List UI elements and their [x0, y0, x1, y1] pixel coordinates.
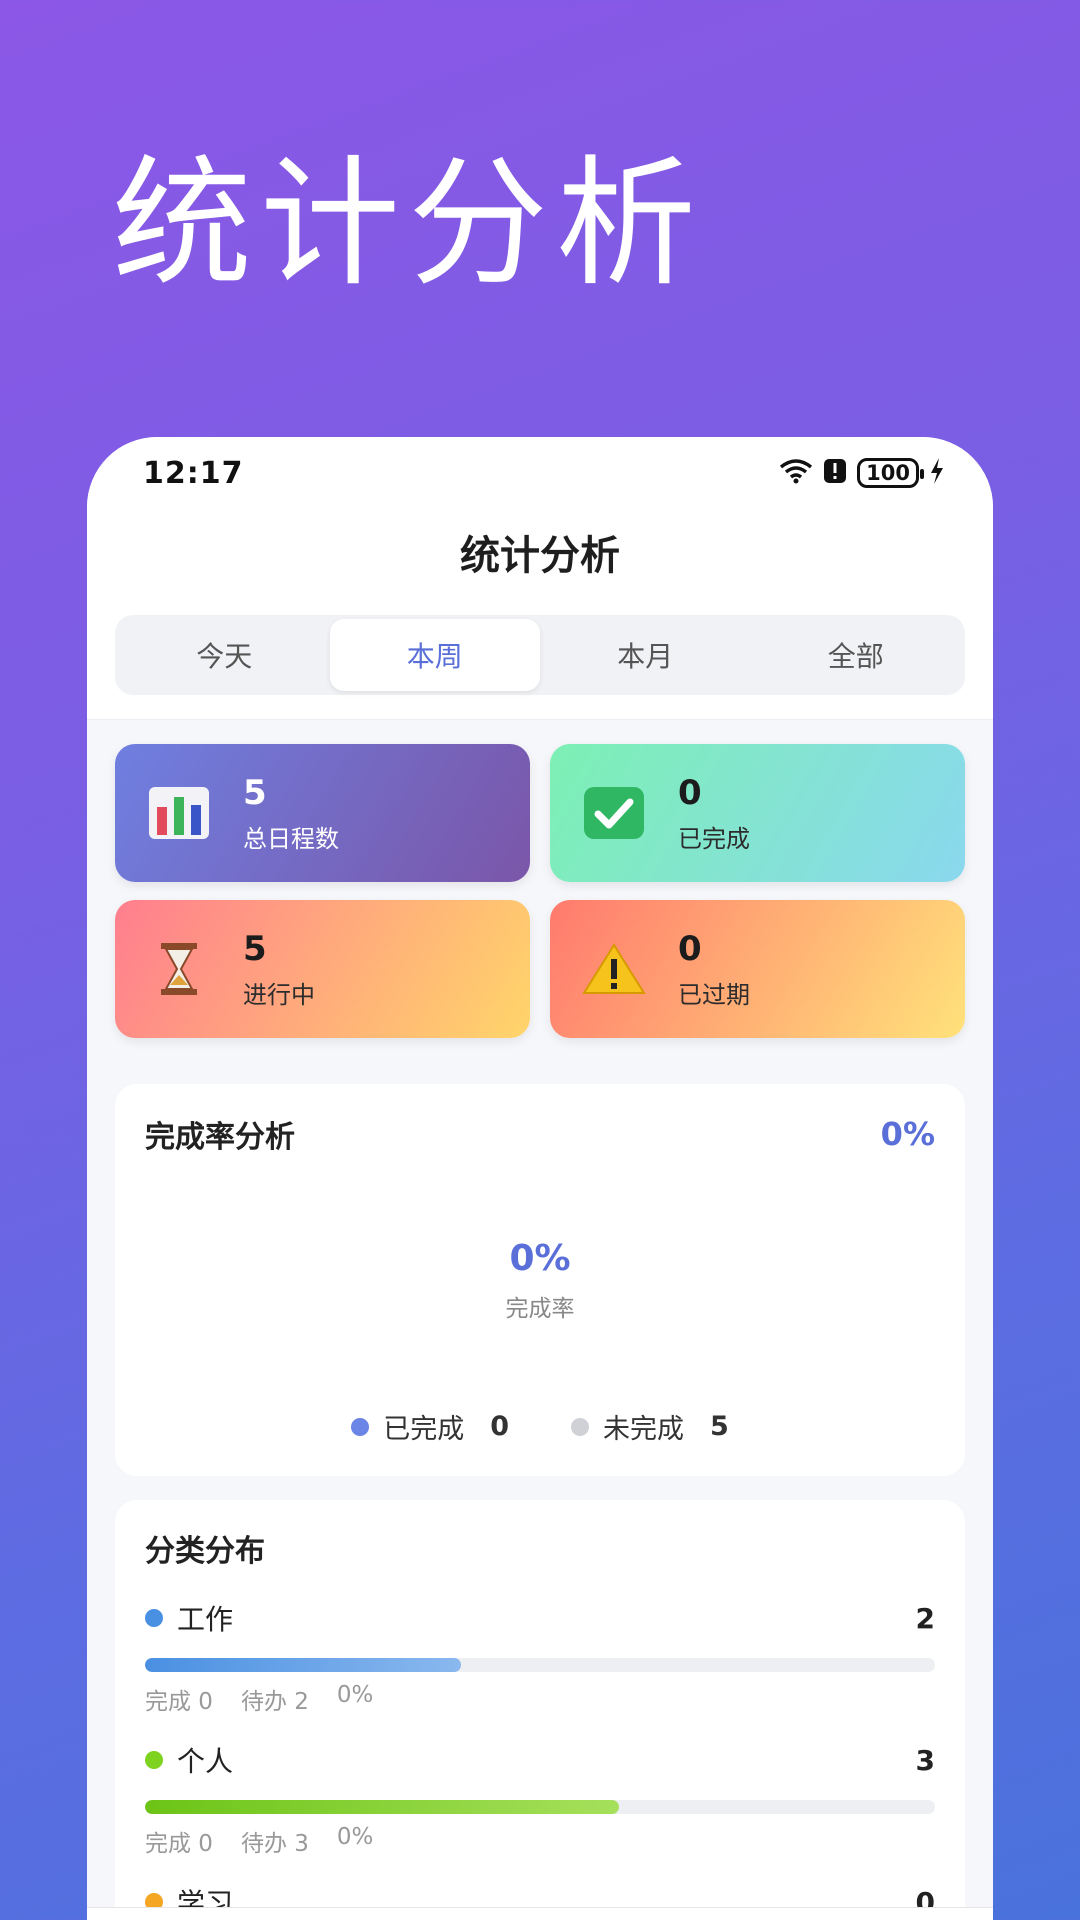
stat-value: 5 — [243, 772, 267, 813]
phone-frame: 12:17 100 统计分析 今天 本周 本月 全部 5 总日程数 0 已完成 … — [87, 437, 993, 1920]
stat-label: 已完成 — [678, 824, 750, 853]
completion-title: 完成率分析 — [145, 1120, 295, 1155]
legend-value: 0 — [490, 1411, 509, 1442]
stat-value: 5 — [243, 928, 267, 969]
category-dot — [145, 1609, 163, 1627]
legend-value: 5 — [710, 1411, 729, 1442]
stat-value: 0 — [678, 928, 702, 969]
category-count: 3 — [915, 1743, 935, 1777]
category-item-work[interactable]: 工作 2 完成 0 待办 2 0% — [145, 1598, 935, 1716]
page-title: 统计分析 — [460, 533, 620, 579]
hourglass-icon — [147, 937, 211, 1001]
stat-card-in-progress[interactable]: 5 进行中 — [115, 900, 530, 1038]
stat-label: 已过期 — [678, 980, 750, 1009]
stat-card-completed[interactable]: 0 已完成 — [550, 744, 965, 882]
wifi-icon — [779, 458, 813, 488]
legend-item-incomplete: 未完成 5 — [571, 1407, 729, 1446]
completion-rate: 0% — [880, 1115, 935, 1153]
tab-today[interactable]: 今天 — [119, 619, 330, 691]
charging-icon — [929, 458, 945, 488]
alert-icon — [823, 458, 847, 488]
bar-chart-icon — [147, 781, 211, 845]
stat-cards: 5 总日程数 0 已完成 5 进行中 0 已过期 — [115, 744, 965, 1038]
tab-month[interactable]: 本月 — [540, 619, 751, 691]
status-time: 12:17 — [143, 455, 244, 491]
completion-panel: 完成率分析 0% 0% 完成率 已完成 0 未完成 5 — [115, 1084, 965, 1476]
category-name: 工作 — [177, 1603, 234, 1636]
category-item-personal[interactable]: 个人 3 完成 0 待办 3 0% — [145, 1740, 935, 1858]
legend-dot — [351, 1417, 370, 1436]
legend-dot — [571, 1417, 589, 1436]
category-progress-bar — [145, 1658, 935, 1672]
header-area: 12:17 100 统计分析 今天 本周 本月 全部 — [87, 437, 993, 720]
category-title: 分类分布 — [145, 1534, 265, 1569]
bottom-nav-bar — [87, 1907, 993, 1920]
stat-card-overdue[interactable]: 0 已过期 — [550, 900, 965, 1038]
status-icons: 100 — [779, 458, 945, 488]
category-panel: 分类分布 工作 2 完成 0 待办 2 0% 个人 3 完成 0 待办 3 0% — [115, 1500, 965, 1920]
category-todo: 待办 3 — [240, 1831, 309, 1857]
category-name: 个人 — [177, 1745, 234, 1778]
check-icon — [582, 781, 646, 845]
category-dot — [145, 1751, 163, 1769]
category-done: 完成 0 — [145, 1831, 213, 1857]
category-progress-bar — [145, 1800, 935, 1814]
completion-legend: 已完成 0 未完成 5 — [115, 1407, 965, 1446]
stat-card-total[interactable]: 5 总日程数 — [115, 744, 530, 882]
completion-center-rate: 0% — [509, 1238, 571, 1279]
tab-week[interactable]: 本周 — [329, 619, 540, 691]
status-bar: 12:17 100 — [87, 437, 993, 509]
category-pct: 0% — [336, 1824, 374, 1850]
warning-icon — [582, 937, 646, 1001]
category-progress-fill — [145, 1658, 461, 1672]
legend-label: 已完成 — [383, 1414, 465, 1445]
period-tabs: 今天 本周 本月 全部 — [115, 615, 965, 695]
tab-all[interactable]: 全部 — [751, 619, 962, 691]
category-done: 完成 0 — [145, 1689, 213, 1715]
stat-value: 0 — [678, 772, 702, 813]
legend-label: 未完成 — [603, 1414, 684, 1445]
category-progress-fill — [145, 1800, 619, 1814]
category-count: 2 — [915, 1601, 935, 1635]
category-todo: 待办 2 — [240, 1689, 309, 1715]
category-pct: 0% — [336, 1682, 374, 1708]
stat-label: 进行中 — [243, 980, 315, 1009]
legend-item-completed: 已完成 0 — [351, 1407, 509, 1446]
hero-title: 统计分析 — [112, 143, 705, 306]
battery-icon: 100 — [857, 458, 924, 488]
stat-label: 总日程数 — [243, 824, 339, 853]
completion-center-label: 完成率 — [505, 1296, 575, 1322]
